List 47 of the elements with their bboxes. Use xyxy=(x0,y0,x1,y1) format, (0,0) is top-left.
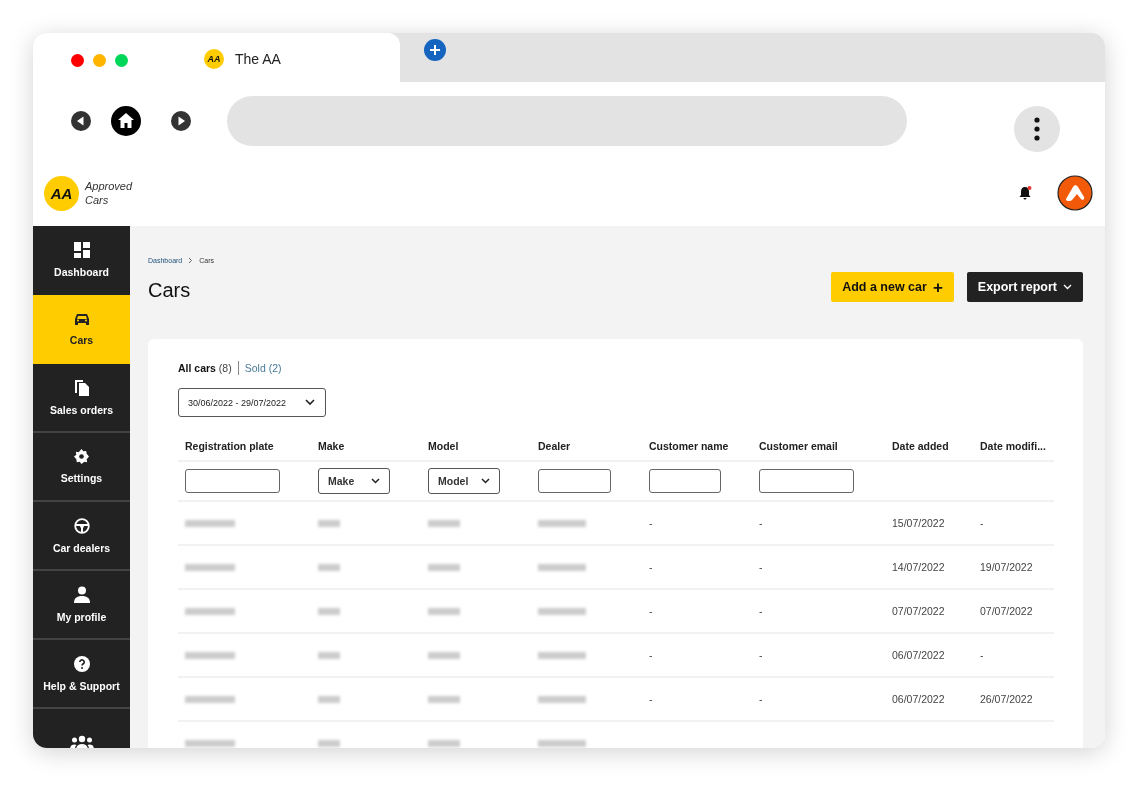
table-cell: 26/07/2022 xyxy=(980,693,1033,705)
filter-tab[interactable]: All cars (8) xyxy=(178,362,232,374)
sidebar-item[interactable]: Sales orders xyxy=(33,364,130,433)
brand-name: Approved xyxy=(85,179,133,193)
table-cell: 06/07/2022 xyxy=(892,649,945,661)
column-header[interactable]: Make xyxy=(318,439,345,452)
aa-logo-icon: AA xyxy=(204,48,224,69)
aa-logo-icon[interactable]: AA xyxy=(44,175,79,211)
table-cell: - xyxy=(759,517,763,529)
tab-title[interactable]: The AA xyxy=(235,50,281,67)
table-cell: 07/07/2022 xyxy=(892,605,945,617)
table-cell: - xyxy=(649,561,653,573)
column-header[interactable]: Customer name xyxy=(649,439,729,452)
filter-dropdown[interactable]: Make xyxy=(318,468,390,494)
table-cell: - xyxy=(649,649,653,661)
table-cell: - xyxy=(980,649,984,661)
column-header[interactable]: Date added xyxy=(892,439,949,452)
column-header[interactable]: Registration plate xyxy=(185,439,274,452)
table-cell: - xyxy=(759,561,763,573)
column-header[interactable]: Model xyxy=(428,439,459,452)
table-cell: 06/07/2022 xyxy=(892,693,945,705)
table-cell: 14/07/2022 xyxy=(892,561,945,573)
export-report-button[interactable]: Export report xyxy=(966,272,1083,302)
table-cell: - xyxy=(649,605,653,617)
column-header[interactable]: Date modifi... xyxy=(980,439,1046,452)
table-cell: - xyxy=(649,517,653,529)
table-cell: - xyxy=(759,649,763,661)
filter-tab[interactable]: Sold (2) xyxy=(244,362,282,374)
filter-dropdown[interactable]: Model xyxy=(428,468,500,494)
page-title: Cars xyxy=(148,279,192,302)
sidebar-item[interactable]: My profile xyxy=(33,571,130,640)
table-cell: - xyxy=(649,693,653,705)
add-car-button[interactable]: Add a new car + xyxy=(831,272,954,302)
column-header[interactable]: Dealer xyxy=(538,439,571,452)
table-cell: - xyxy=(759,605,763,617)
table-cell: - xyxy=(759,693,763,705)
column-header[interactable]: Customer email xyxy=(759,439,838,452)
table-cell: 19/07/2022 xyxy=(980,561,1033,573)
sidebar-item[interactable]: Settings xyxy=(33,433,130,502)
table-cell: - xyxy=(980,517,984,529)
sidebar-item[interactable]: Cars xyxy=(33,295,130,364)
date-range-dropdown[interactable]: 30/06/2022 - 29/07/2022 xyxy=(178,388,326,417)
brand-name: Cars xyxy=(85,193,110,207)
table-cell: 15/07/2022 xyxy=(892,517,945,529)
sidebar-item[interactable]: Car dealers xyxy=(33,502,130,571)
sidebar-item[interactable]: Help & Support xyxy=(33,640,130,709)
table-cell: 07/07/2022 xyxy=(980,605,1033,617)
